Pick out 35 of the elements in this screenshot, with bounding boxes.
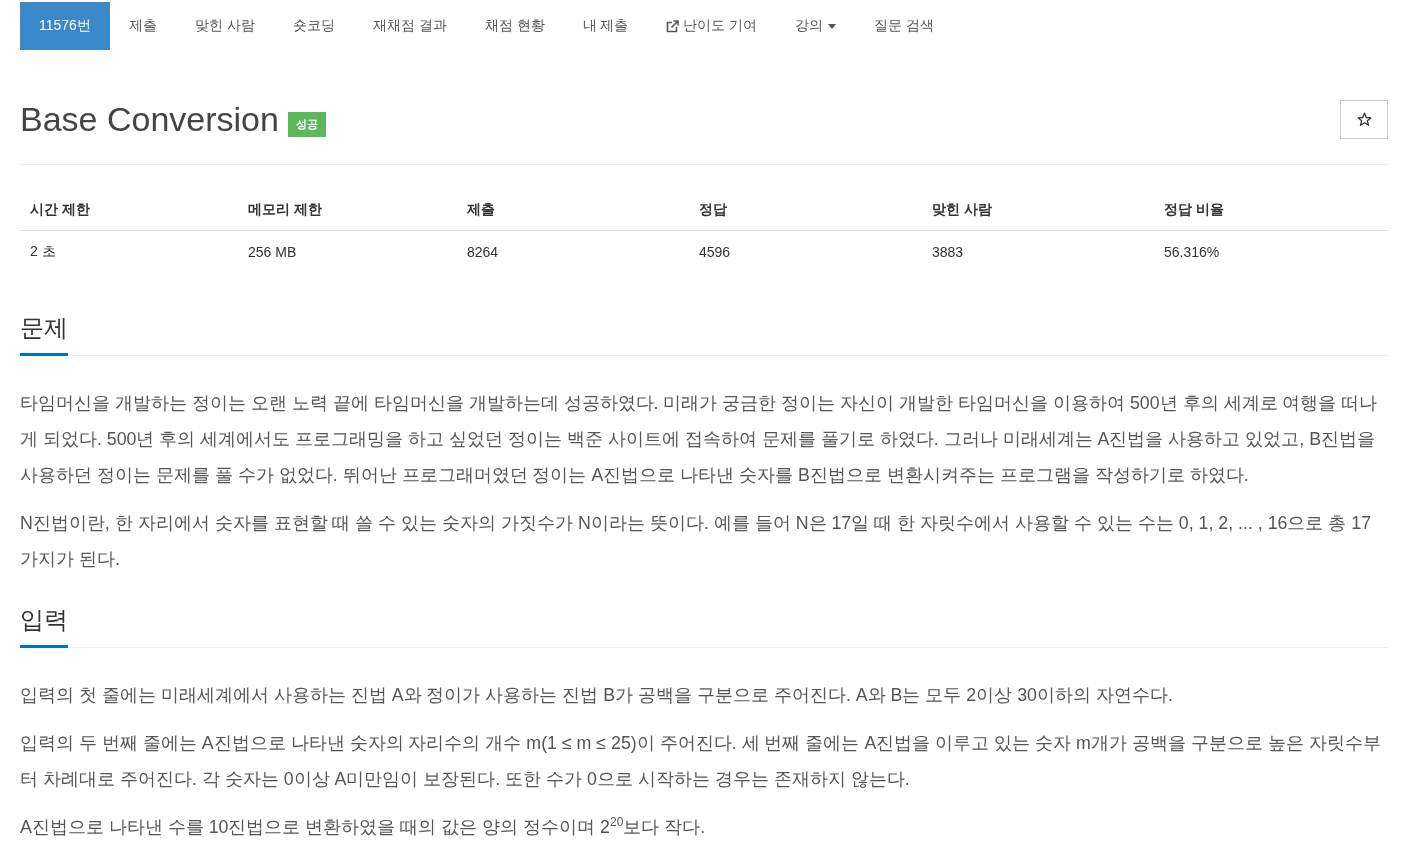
nav-tab[interactable]: 맞힌 사람 [175,2,274,50]
paragraph: A진법으로 나타낸 수를 10진법으로 변환하였을 때의 값은 양의 정수이며 2$^{20}$보다 작다. [20,814,707,839]
section-heading: 문제 [20,313,68,356]
table-cell-text: 56.316% [1163,242,1221,262]
paragraph: N진법이란, 한 자리에서 숫자를 표현할 때 쓸 수 있는 숫자의 가짓수가 N이라는 뜻이다. 예를 들어 N은 17일 때 한 자릿수에서 사용할 수 있는 수는 0, 1, 2, ... , 16으로 총 17가지가 된다. [20,512,1373,571]
nav-tab[interactable]: 채점 현황 [465,2,564,50]
table-header: 제출 [457,190,689,231]
nav-tab[interactable]: 난이도 기여 [647,2,777,50]
table-cell-text: 4596 [698,242,732,262]
paragraph: 타임머신을 개발하는 정이는 오랜 노력 끝에 타임머신을 개발하는데 성공하였다. 미래가 궁금한 정이는 자신이 개발한 타임머신을 이용하여 500년 후의 세계로 여행을 떠나게 되었다. 500년 후의 세계에서도 프로그래밍을 하고 싶었던 정이는 백준 사이트에 접속하여 문제를 풀기로 하였다. 그러나 미래세계는 A진법을 사용하고 있었고, B진법을 사용하던 정이는 문제를 풀 수가 없었다. 뛰어난 프로그래머였던 정이는 A진법으로 나타낸 숫자를 B진법으로 변환시켜주는 프로그램을 작성하기로 하였다. [20,392,1379,487]
table-cell-text: 2 초 [29,241,57,261]
favorite-button[interactable] [1340,99,1388,139]
nav-tab[interactable]: 숏코딩 [273,2,354,50]
caret-icon [828,23,837,29]
problem-title: Base Conversion [20,99,279,139]
nav-tab[interactable]: 질문 검색 [855,2,954,50]
table-cell-text: 3883 [931,242,965,262]
nav-tab[interactable]: 강의 [776,2,856,50]
nav-tab[interactable]: 제출 [109,2,176,50]
nav-tab[interactable]: 재채점 결과 [353,2,466,50]
star-icon [1356,111,1372,127]
table-header: 맞힌 사람 [922,190,1154,231]
table-header: 시간 제한 [20,190,238,231]
section-heading: 입력 [20,605,68,648]
table-header: 정답 비율 [1154,190,1388,231]
table-cell-text: 8264 [466,242,500,262]
paragraph: 입력의 두 번째 줄에는 A진법으로 나타낸 숫자의 자리수의 개수 m(1 ≤ m ≤ 25)이 주어진다. 세 번째 줄에는 A진법을 이루고 있는 숫자 m개가 공백을 구분으로 높은 자릿수부터 차례대로 주어진다. 각 숫자는 0이상 A미만임이 보장된다. 또한 수가 0으로 시작하는 경우는 존재하지 않는다. [20,732,1382,791]
external-link-icon [666,19,680,33]
nav-tab[interactable]: 내 제출 [563,2,648,50]
table-cell-text: 256 MB [247,242,298,262]
nav-tab[interactable]: 11576번 [20,2,110,50]
table-header: 정답 [689,190,922,231]
status-badge: 성공 [287,111,326,137]
paragraph: 입력의 첫 줄에는 미래세계에서 사용하는 진법 A와 정이가 사용하는 진법 B가 공백을 구분으로 주어진다. A와 B는 모두 2이상 30이하의 자연수다. [20,684,1174,707]
table-header: 메모리 제한 [238,190,457,231]
